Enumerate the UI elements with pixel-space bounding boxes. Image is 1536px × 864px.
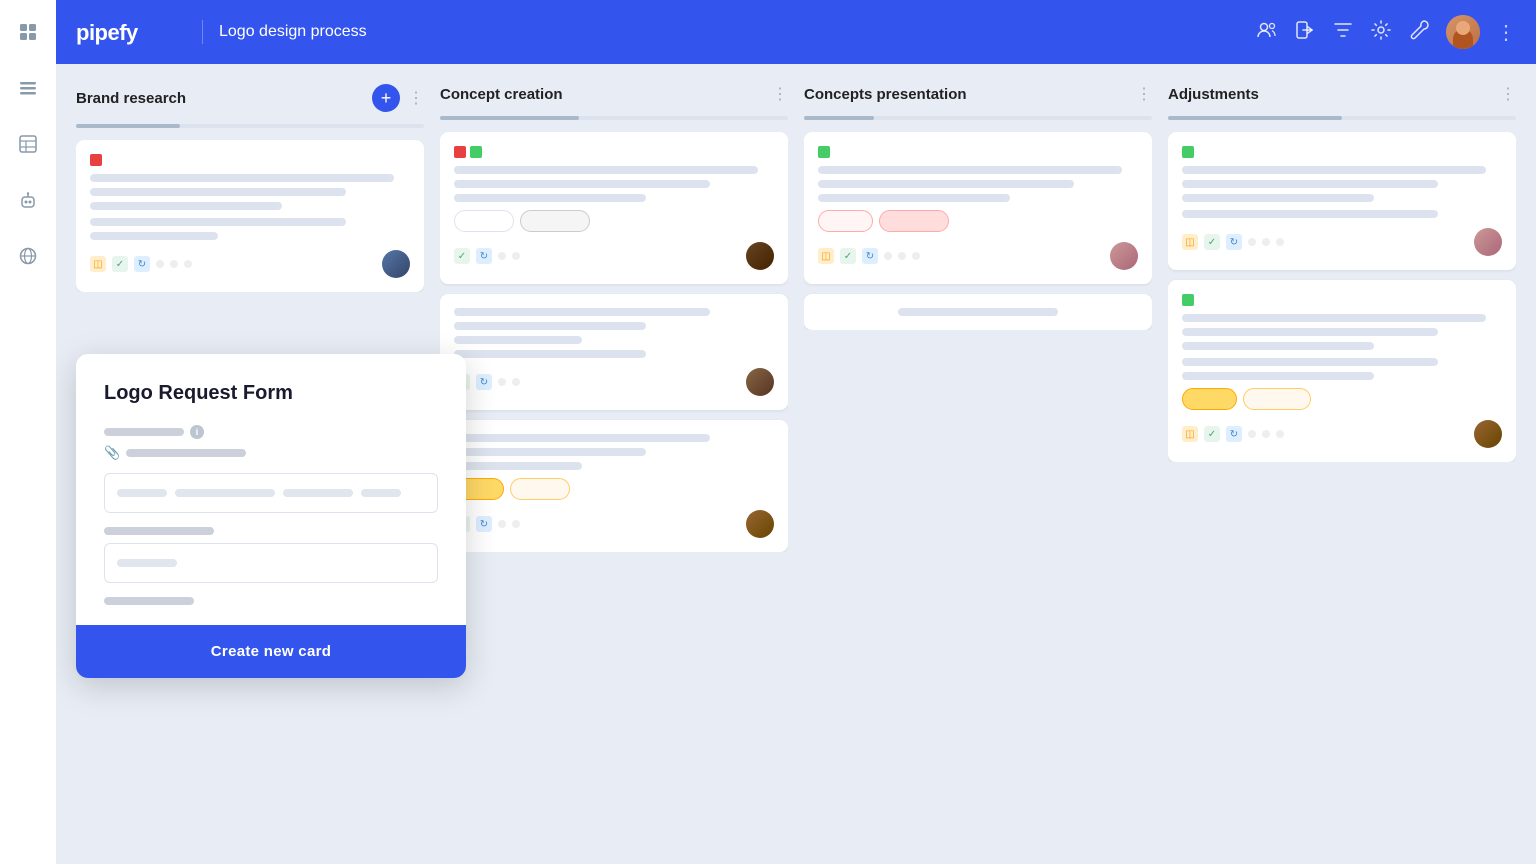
modal-footer[interactable]: Create new card bbox=[76, 625, 466, 678]
input-bar bbox=[175, 489, 275, 497]
users-icon[interactable] bbox=[1256, 19, 1278, 46]
form-bottom-label bbox=[104, 597, 194, 605]
input-bar bbox=[361, 489, 401, 497]
user-avatar[interactable] bbox=[1446, 15, 1480, 49]
settings-icon[interactable] bbox=[1370, 19, 1392, 46]
header: pipefy Logo design process bbox=[56, 0, 1536, 64]
input-bar bbox=[283, 489, 353, 497]
header-actions: ⋮ bbox=[1256, 15, 1516, 49]
form-field-label-1: i bbox=[104, 425, 438, 439]
sidebar bbox=[0, 0, 56, 864]
header-page-title: Logo design process bbox=[219, 23, 1256, 41]
select-bar bbox=[117, 559, 177, 567]
modal-title: Logo Request Form bbox=[104, 382, 438, 405]
sidebar-item-bot[interactable] bbox=[12, 184, 44, 216]
pipefy-logo-svg: pipefy bbox=[76, 18, 166, 46]
sidebar-item-globe[interactable] bbox=[12, 240, 44, 272]
create-new-card-button[interactable]: Create new card bbox=[211, 643, 331, 660]
header-divider bbox=[202, 20, 203, 44]
logo: pipefy bbox=[76, 18, 166, 46]
input-bar bbox=[117, 489, 167, 497]
main-area: pipefy Logo design process bbox=[56, 0, 1536, 864]
form-select-1[interactable] bbox=[104, 543, 438, 583]
form-input-1[interactable] bbox=[104, 473, 438, 513]
sidebar-item-table[interactable] bbox=[12, 128, 44, 160]
wrench-icon[interactable] bbox=[1408, 19, 1430, 46]
board-area: Brand research + ⋮ bbox=[56, 64, 1536, 864]
signin-icon[interactable] bbox=[1294, 19, 1316, 46]
header-more-icon[interactable]: ⋮ bbox=[1496, 20, 1516, 45]
filter-icon[interactable] bbox=[1332, 19, 1354, 46]
sidebar-item-list[interactable] bbox=[12, 72, 44, 104]
attach-icon: 📎 bbox=[104, 445, 120, 461]
info-icon: i bbox=[190, 425, 204, 439]
sidebar-item-grid[interactable] bbox=[12, 16, 44, 48]
form-section-label-2 bbox=[104, 527, 214, 535]
modal-overlay: Logo Request Form i 📎 bbox=[56, 64, 1536, 864]
svg-text:pipefy: pipefy bbox=[76, 20, 139, 45]
create-card-modal: Logo Request Form i 📎 bbox=[76, 354, 466, 678]
field-label-bar bbox=[104, 428, 184, 436]
modal-body: Logo Request Form i 📎 bbox=[76, 354, 466, 625]
field-attach-bar bbox=[126, 449, 246, 457]
field-attach-row: 📎 bbox=[104, 445, 438, 461]
